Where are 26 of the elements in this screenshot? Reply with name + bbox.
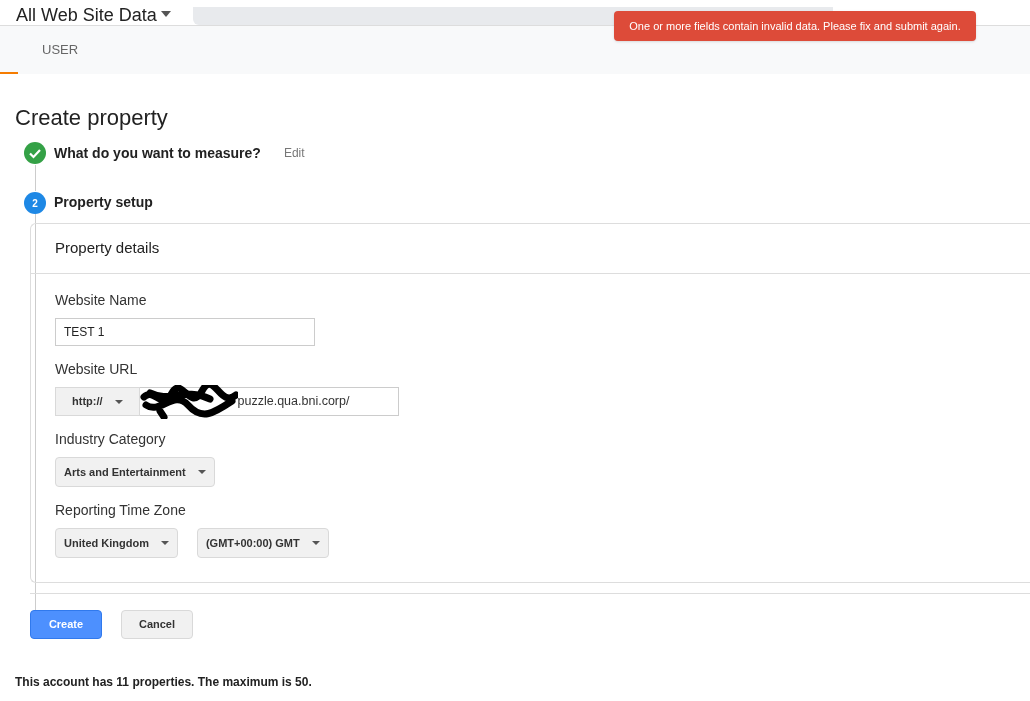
card-title: Property details [55,238,160,259]
properties-count-note: This account has 11 properties. The maximum is 50. [15,674,312,691]
error-toast: One or more fields contain invalid data. Please fix and submit again. [614,11,976,41]
caret-icon [114,399,123,404]
field-label: Reporting Time Zone [55,501,187,520]
dropdown-button[interactable]: (GMT+00:00) GMT [196,528,329,558]
caret-icon [160,541,169,545]
user-tab[interactable]: USER [42,40,79,60]
protocol-dropdown[interactable]: http:// [55,387,140,416]
edit-link[interactable]: Edit [283,144,305,162]
dropdown-button[interactable]: United Kingdom [55,528,178,558]
step-label: What do you want to measure? [54,143,261,163]
cancel-button[interactable]: Cancel [121,610,193,639]
step-number: 2 [24,192,46,214]
field-label: Website Name [55,291,148,310]
caret-icon [160,11,171,17]
step-label: Property setup [54,192,153,212]
caret-icon [311,541,320,545]
field-label: Industry Category [55,430,167,449]
website-name-field[interactable]: TEST 1 [55,318,315,346]
dropdown-button[interactable]: Arts and Entertainment [55,457,215,487]
page-title: Create property [15,104,169,132]
url-field[interactable]: puzzle.qua.bni.corp/ [139,387,399,416]
caret-icon [197,470,206,474]
field-label: Website URL [55,360,139,379]
view-title[interactable]: All Web Site Data [16,5,157,25]
